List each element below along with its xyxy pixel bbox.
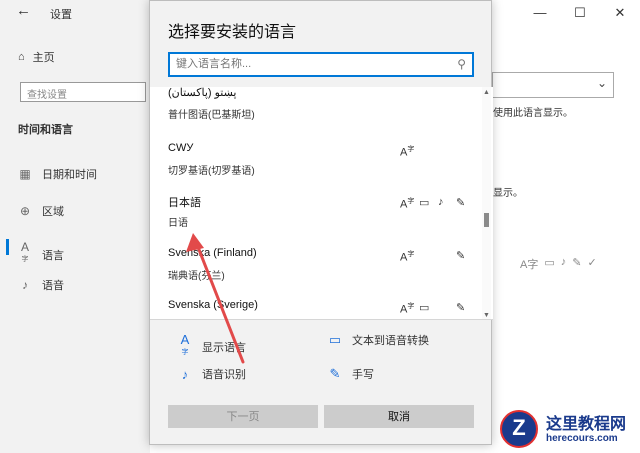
right-description-2: 显示。 xyxy=(493,188,523,199)
text-to-speech-icon: ▭ xyxy=(328,332,342,347)
nav-item-label: 区域 xyxy=(42,206,64,218)
display-language-icon: A字 xyxy=(180,332,190,356)
language-local-name: 日语 xyxy=(168,218,188,229)
language-item[interactable]: СWУ 切罗基语(切罗基语) A字 xyxy=(168,142,478,192)
language-item[interactable]: Svenska (Sverige) A字 ▭ ✎ xyxy=(168,299,478,319)
language-local-name: 普什图语(巴基斯坦) xyxy=(168,110,255,121)
back-arrow-icon[interactable]: ← xyxy=(16,2,31,19)
settings-search-placeholder: 查找设置 xyxy=(27,90,67,101)
handwriting-icon: ✎ xyxy=(572,257,582,269)
language-native-name: پښتو (پاکستان) xyxy=(168,87,237,99)
watermark-name: 这里教程网 xyxy=(546,416,627,433)
legend-label: 文本到语音转换 xyxy=(352,335,429,347)
nav-item-speech[interactable]: ♪ 语音 xyxy=(18,277,64,293)
handwriting-icon: ✎ xyxy=(456,197,466,209)
microphone-icon: ♪ xyxy=(438,196,444,208)
window-title: 设置 xyxy=(50,9,72,21)
chevron-down-icon: ⌄ xyxy=(596,76,607,90)
language-icon: A字 xyxy=(20,240,29,263)
language-list-scrollbar[interactable]: ▲ ▼ xyxy=(482,87,491,319)
legend-speech-recognition: ♪ 语音识别 xyxy=(178,366,246,382)
spellcheck-icon: ✓ xyxy=(587,257,597,269)
next-page-button[interactable]: 下一页 xyxy=(168,405,318,428)
nav-item-language[interactable]: A字 语言 xyxy=(18,240,64,269)
capability-icons: A字 ▭ ♪ ✎ xyxy=(400,196,480,212)
handwriting-icon: ✎ xyxy=(456,302,466,314)
watermark-logo-letter: Z xyxy=(512,415,526,440)
text-to-speech-icon: ▭ xyxy=(544,257,555,269)
microphone-icon: ♪ xyxy=(560,256,567,268)
legend-display-language: A字 显示语言 xyxy=(178,332,246,362)
settings-search-input[interactable]: 查找设置 xyxy=(20,82,146,102)
language-native-name: 日本語 xyxy=(168,197,201,209)
display-language-icon: A字 xyxy=(400,146,415,159)
language-local-name: 瑞典语(芬兰) xyxy=(168,271,225,282)
language-native-name: Svenska (Sverige) xyxy=(168,299,258,311)
close-button[interactable]: ✕ xyxy=(600,0,640,26)
microphone-icon: ♪ xyxy=(181,366,189,382)
handwriting-icon: ✎ xyxy=(329,366,341,381)
text-to-speech-icon: ▭ xyxy=(419,302,430,314)
language-item[interactable]: پښتو (پاکستان) 普什图语(巴基斯坦) xyxy=(168,87,478,136)
legend-text-to-speech: ▭ 文本到语音转换 xyxy=(328,332,429,348)
legend-handwriting: ✎ 手写 xyxy=(328,366,374,382)
display-language-icon: A字 xyxy=(400,251,415,264)
right-capability-icons: A字 ▭ ♪ ✎ ✓ xyxy=(520,256,597,272)
capability-icons: A字 ✎ xyxy=(400,249,480,265)
maximize-button[interactable]: ☐ xyxy=(560,0,600,26)
nav-item-label: 语言 xyxy=(42,249,64,262)
section-title: 时间和语言 xyxy=(18,124,73,136)
text-to-speech-icon: ▭ xyxy=(419,197,430,209)
scrollbar-thumb[interactable] xyxy=(484,213,489,227)
home-icon: ⌂ xyxy=(18,51,25,63)
minimize-button[interactable]: — xyxy=(520,0,560,26)
language-search-input[interactable] xyxy=(170,54,446,74)
microphone-icon: ♪ xyxy=(22,278,28,292)
legend-label: 手写 xyxy=(352,369,374,381)
language-native-name: Svenska (Finland) xyxy=(168,247,257,259)
capability-icons: A字 ▭ ✎ xyxy=(400,301,480,317)
nav-home[interactable]: ⌂ 主页 xyxy=(18,49,55,65)
language-native-name: СWУ xyxy=(168,142,194,154)
watermark: Z 这里教程网 herecours.com xyxy=(498,408,640,453)
settings-nav-pane: ← 设置 ⌂ 主页 查找设置 时间和语言 ▦ 日期和时间 ⊕ 区域 A字 语言 … xyxy=(0,0,150,453)
language-item-japanese[interactable]: 日本語 日语 A字 ▭ ♪ ✎ xyxy=(168,194,478,244)
divider xyxy=(150,319,493,320)
nav-home-label: 主页 xyxy=(32,52,55,64)
scroll-up-arrow-icon[interactable]: ▲ xyxy=(482,89,491,96)
nav-selected-indicator xyxy=(6,239,9,255)
language-search-field[interactable]: ⚲ xyxy=(168,52,474,77)
right-description: 使用此语言显示。 xyxy=(493,108,573,119)
capability-icons: A字 xyxy=(400,144,480,160)
display-language-icon: A字 xyxy=(520,259,539,271)
cancel-button[interactable]: 取消 xyxy=(324,405,474,428)
nav-item-label: 语音 xyxy=(42,280,64,292)
watermark-url: herecours.com xyxy=(546,433,618,444)
watermark-logo: Z xyxy=(500,410,538,448)
language-dropdown[interactable]: ⌄ xyxy=(492,72,614,98)
globe-icon: ⊕ xyxy=(19,204,31,218)
calendar-icon: ▦ xyxy=(19,167,31,181)
language-list[interactable]: پښتو (پاکستان) 普什图语(巴基斯坦) СWУ 切罗基语(切罗基语)… xyxy=(150,87,493,319)
legend-label: 语音识别 xyxy=(202,369,246,381)
scroll-down-arrow-icon[interactable]: ▼ xyxy=(482,312,491,319)
language-item[interactable]: Svenska (Finland) 瑞典语(芬兰) A字 ✎ xyxy=(168,247,478,297)
nav-item-label: 日期和时间 xyxy=(42,169,97,181)
legend-label: 显示语言 xyxy=(202,342,246,355)
nav-item-region[interactable]: ⊕ 区域 xyxy=(18,203,64,219)
nav-item-date-time[interactable]: ▦ 日期和时间 xyxy=(18,166,97,182)
window-controls: — ☐ ✕ xyxy=(520,0,640,26)
handwriting-icon: ✎ xyxy=(456,250,466,262)
display-language-icon: A字 xyxy=(400,303,415,316)
display-language-icon: A字 xyxy=(400,198,415,211)
search-icon: ⚲ xyxy=(457,57,466,71)
language-local-name: 切罗基语(切罗基语) xyxy=(168,166,255,177)
install-language-dialog: 选择要安装的语言 ⚲ پښتو (پاکستان) 普什图语(巴基斯坦) СWУ… xyxy=(149,0,493,445)
dialog-title: 选择要安装的语言 xyxy=(168,24,297,41)
